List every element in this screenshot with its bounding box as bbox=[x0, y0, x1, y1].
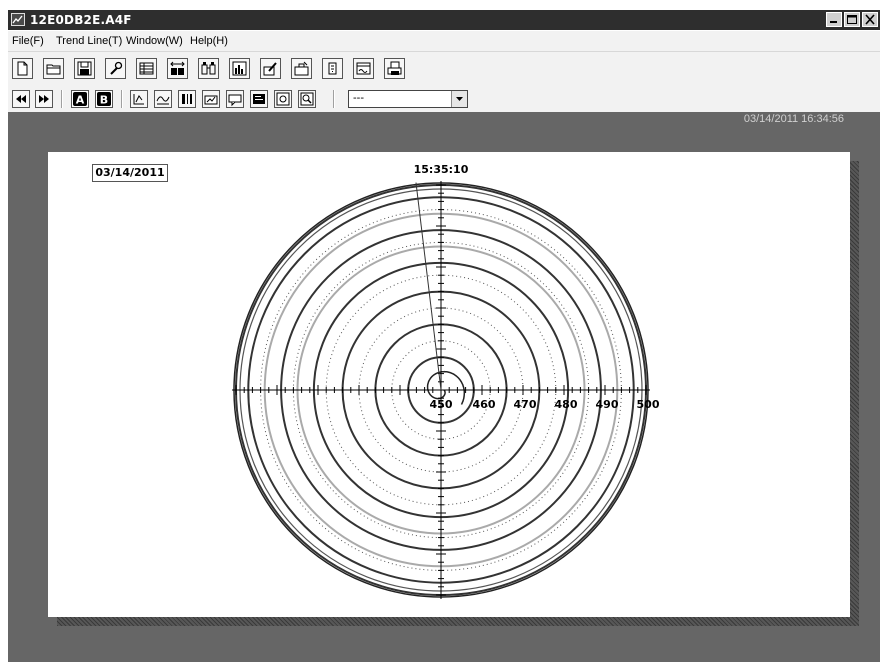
maximize-button[interactable] bbox=[844, 12, 860, 27]
settings-icon bbox=[276, 92, 290, 106]
columns-button[interactable] bbox=[178, 90, 196, 108]
fast-forward-button[interactable] bbox=[35, 90, 53, 108]
chart-edit-icon bbox=[204, 95, 218, 105]
chevron-down-icon[interactable] bbox=[451, 91, 467, 107]
scale-icon bbox=[133, 94, 144, 105]
trend-wave-button[interactable] bbox=[154, 90, 172, 108]
window-title: 12E0DB2E.A4F bbox=[30, 13, 132, 27]
chart-time-label: 15:35:10 bbox=[413, 163, 469, 176]
new-file-button[interactable] bbox=[12, 58, 33, 79]
wrench-button[interactable] bbox=[105, 58, 126, 79]
print-button[interactable] bbox=[384, 58, 405, 79]
open-folder-button[interactable] bbox=[43, 58, 64, 79]
table-view-icon bbox=[139, 62, 154, 75]
table-view-button[interactable] bbox=[136, 58, 157, 79]
dropdown-value: --- bbox=[353, 92, 364, 104]
settings-button[interactable] bbox=[274, 90, 292, 108]
fast-forward-icon bbox=[39, 95, 49, 103]
wrench-icon bbox=[110, 61, 123, 75]
radial-tick-label: 460 bbox=[473, 398, 496, 411]
columns-icon bbox=[182, 94, 192, 104]
ab-compare-button[interactable] bbox=[167, 58, 188, 79]
open-folder-icon bbox=[46, 64, 61, 75]
minimize-button[interactable] bbox=[826, 12, 842, 27]
close-button[interactable] bbox=[862, 12, 878, 27]
tool-box-icon bbox=[294, 61, 309, 76]
scale-button[interactable] bbox=[130, 90, 148, 108]
chart-edit-button[interactable] bbox=[202, 90, 220, 108]
toolbar-separator bbox=[61, 90, 63, 108]
radial-tick-label: 500 bbox=[637, 398, 660, 411]
zoom-chart-icon bbox=[300, 92, 314, 106]
edit-note-button[interactable] bbox=[260, 58, 281, 79]
current-timestamp: 03/14/2011 16:34:56 bbox=[743, 113, 844, 125]
waveform-icon bbox=[356, 62, 371, 75]
radial-tick-label: 470 bbox=[514, 398, 537, 411]
title-bar[interactable]: 12E0DB2E.A4F bbox=[8, 10, 880, 30]
bar-chart-icon bbox=[232, 61, 247, 76]
new-file-icon bbox=[17, 61, 28, 76]
message-icon bbox=[228, 94, 242, 107]
toolbar-separator bbox=[333, 90, 335, 108]
edit-note-icon bbox=[263, 62, 277, 76]
alarm-icon bbox=[328, 62, 337, 75]
note-icon bbox=[253, 94, 265, 104]
waveform-button[interactable] bbox=[353, 58, 374, 79]
note-button[interactable] bbox=[250, 90, 268, 108]
secondary-toolbar: A B --- bbox=[8, 86, 880, 113]
polar-chart-panel[interactable]: 450 460 470 480 490 500 03/14/2011 15:35:10 bbox=[48, 152, 850, 617]
menu-trend-line[interactable]: Trend Line(T) bbox=[56, 35, 122, 47]
menu-help[interactable]: Help(H) bbox=[190, 35, 228, 47]
binoculars-button[interactable] bbox=[198, 58, 219, 79]
message-button[interactable] bbox=[226, 90, 244, 108]
chart-icon bbox=[11, 13, 25, 26]
print-icon bbox=[387, 61, 402, 75]
tool-box-button[interactable] bbox=[291, 58, 312, 79]
save-button[interactable] bbox=[74, 58, 95, 79]
menu-bar: File(F) Trend Line(T) Window(W) Help(H) bbox=[8, 31, 880, 52]
radial-tick-label: 480 bbox=[555, 398, 578, 411]
cursor-b-button[interactable]: B bbox=[95, 90, 113, 108]
rewind-icon bbox=[16, 95, 26, 103]
radial-tick-label: 490 bbox=[596, 398, 619, 411]
zoom-chart-button[interactable] bbox=[298, 90, 316, 108]
save-disk-icon bbox=[77, 61, 92, 76]
cursor-a-label: A bbox=[76, 94, 85, 107]
main-toolbar bbox=[8, 52, 880, 86]
ab-compare-icon bbox=[170, 61, 185, 75]
polar-chart[interactable]: 450 460 470 480 490 500 bbox=[48, 152, 850, 617]
trend-wave-icon bbox=[156, 96, 170, 105]
rewind-button[interactable] bbox=[12, 90, 30, 108]
toolbar-separator bbox=[121, 90, 123, 108]
cursor-b-label: B bbox=[100, 94, 108, 107]
menu-file[interactable]: File(F) bbox=[12, 35, 44, 47]
cursor-a-button[interactable]: A bbox=[71, 90, 89, 108]
binoculars-icon bbox=[201, 62, 216, 75]
radial-tick-label: 450 bbox=[430, 398, 453, 411]
menu-window[interactable]: Window(W) bbox=[126, 35, 183, 47]
alarm-button[interactable] bbox=[322, 58, 343, 79]
bar-chart-button[interactable] bbox=[229, 58, 250, 79]
app-window: 12E0DB2E.A4F File(F) Trend Line(T) Windo… bbox=[8, 0, 880, 662]
trend-select-dropdown[interactable]: --- bbox=[348, 90, 468, 108]
